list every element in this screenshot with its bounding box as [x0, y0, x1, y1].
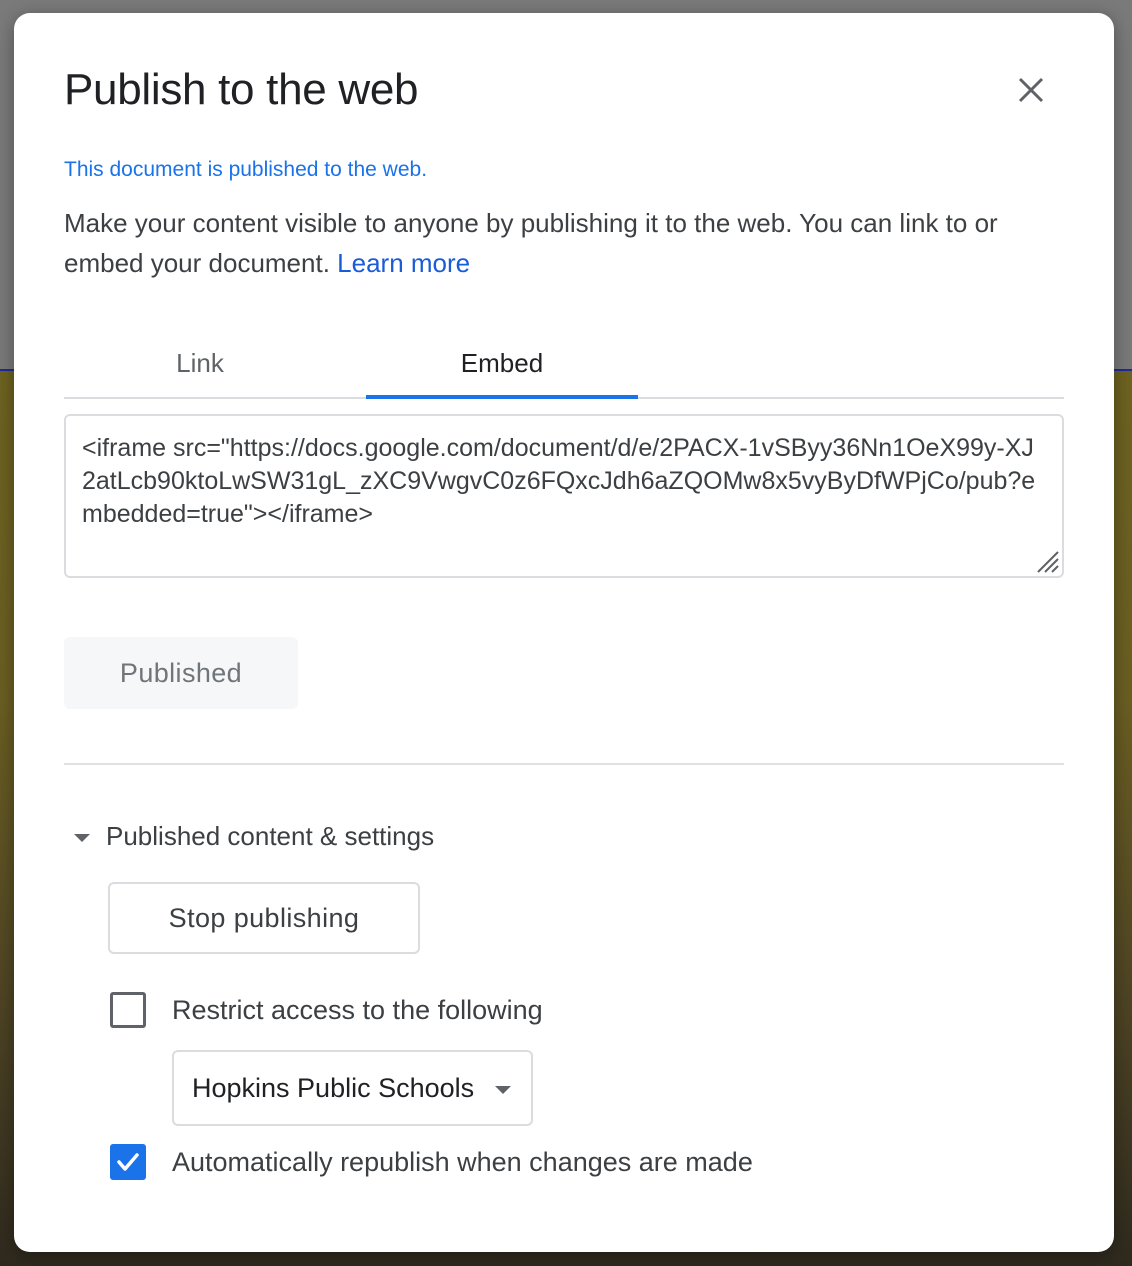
restrict-access-label: Restrict access to the following: [172, 995, 543, 1025]
domain-select-value: Hopkins Public Schools: [192, 1072, 475, 1103]
tab-link[interactable]: Link: [64, 338, 336, 397]
close-icon: [1018, 77, 1044, 103]
auto-republish-checkbox[interactable]: [110, 1144, 146, 1180]
caret-down-icon: [74, 833, 90, 842]
publish-dialog: Publish to the web This document is publ…: [14, 13, 1114, 1252]
dialog-description: Make your content visible to anyone by p…: [64, 203, 1064, 283]
dialog-title: Publish to the web: [64, 65, 419, 114]
section-divider: [64, 763, 1064, 765]
domain-select[interactable]: Hopkins Public Schools: [172, 1050, 533, 1126]
chevron-down-icon: [495, 1086, 511, 1094]
publish-tabs: Link Embed: [64, 338, 1064, 399]
stop-publishing-button[interactable]: Stop publishing: [108, 882, 420, 954]
embed-code-textarea[interactable]: <iframe src="https://docs.google.com/doc…: [64, 414, 1064, 578]
close-button[interactable]: [1008, 67, 1054, 113]
publish-status: This document is published to the web.: [64, 158, 428, 181]
restrict-access-checkbox[interactable]: [110, 992, 146, 1028]
active-tab-indicator: [366, 395, 638, 399]
auto-republish-label: Automatically republish when changes are…: [172, 1147, 753, 1177]
section-label: Published content & settings: [106, 821, 435, 851]
published-button: Published: [64, 637, 298, 709]
published-settings-toggle[interactable]: Published content & settings: [74, 821, 434, 852]
checkmark-icon: [117, 1153, 139, 1171]
description-text: Make your content visible to anyone by p…: [64, 208, 998, 278]
resize-handle-icon[interactable]: [1034, 548, 1060, 574]
embed-code-text: <iframe src="https://docs.google.com/doc…: [82, 434, 1036, 528]
tab-embed[interactable]: Embed: [366, 338, 638, 397]
learn-more-link[interactable]: Learn more: [337, 248, 470, 278]
